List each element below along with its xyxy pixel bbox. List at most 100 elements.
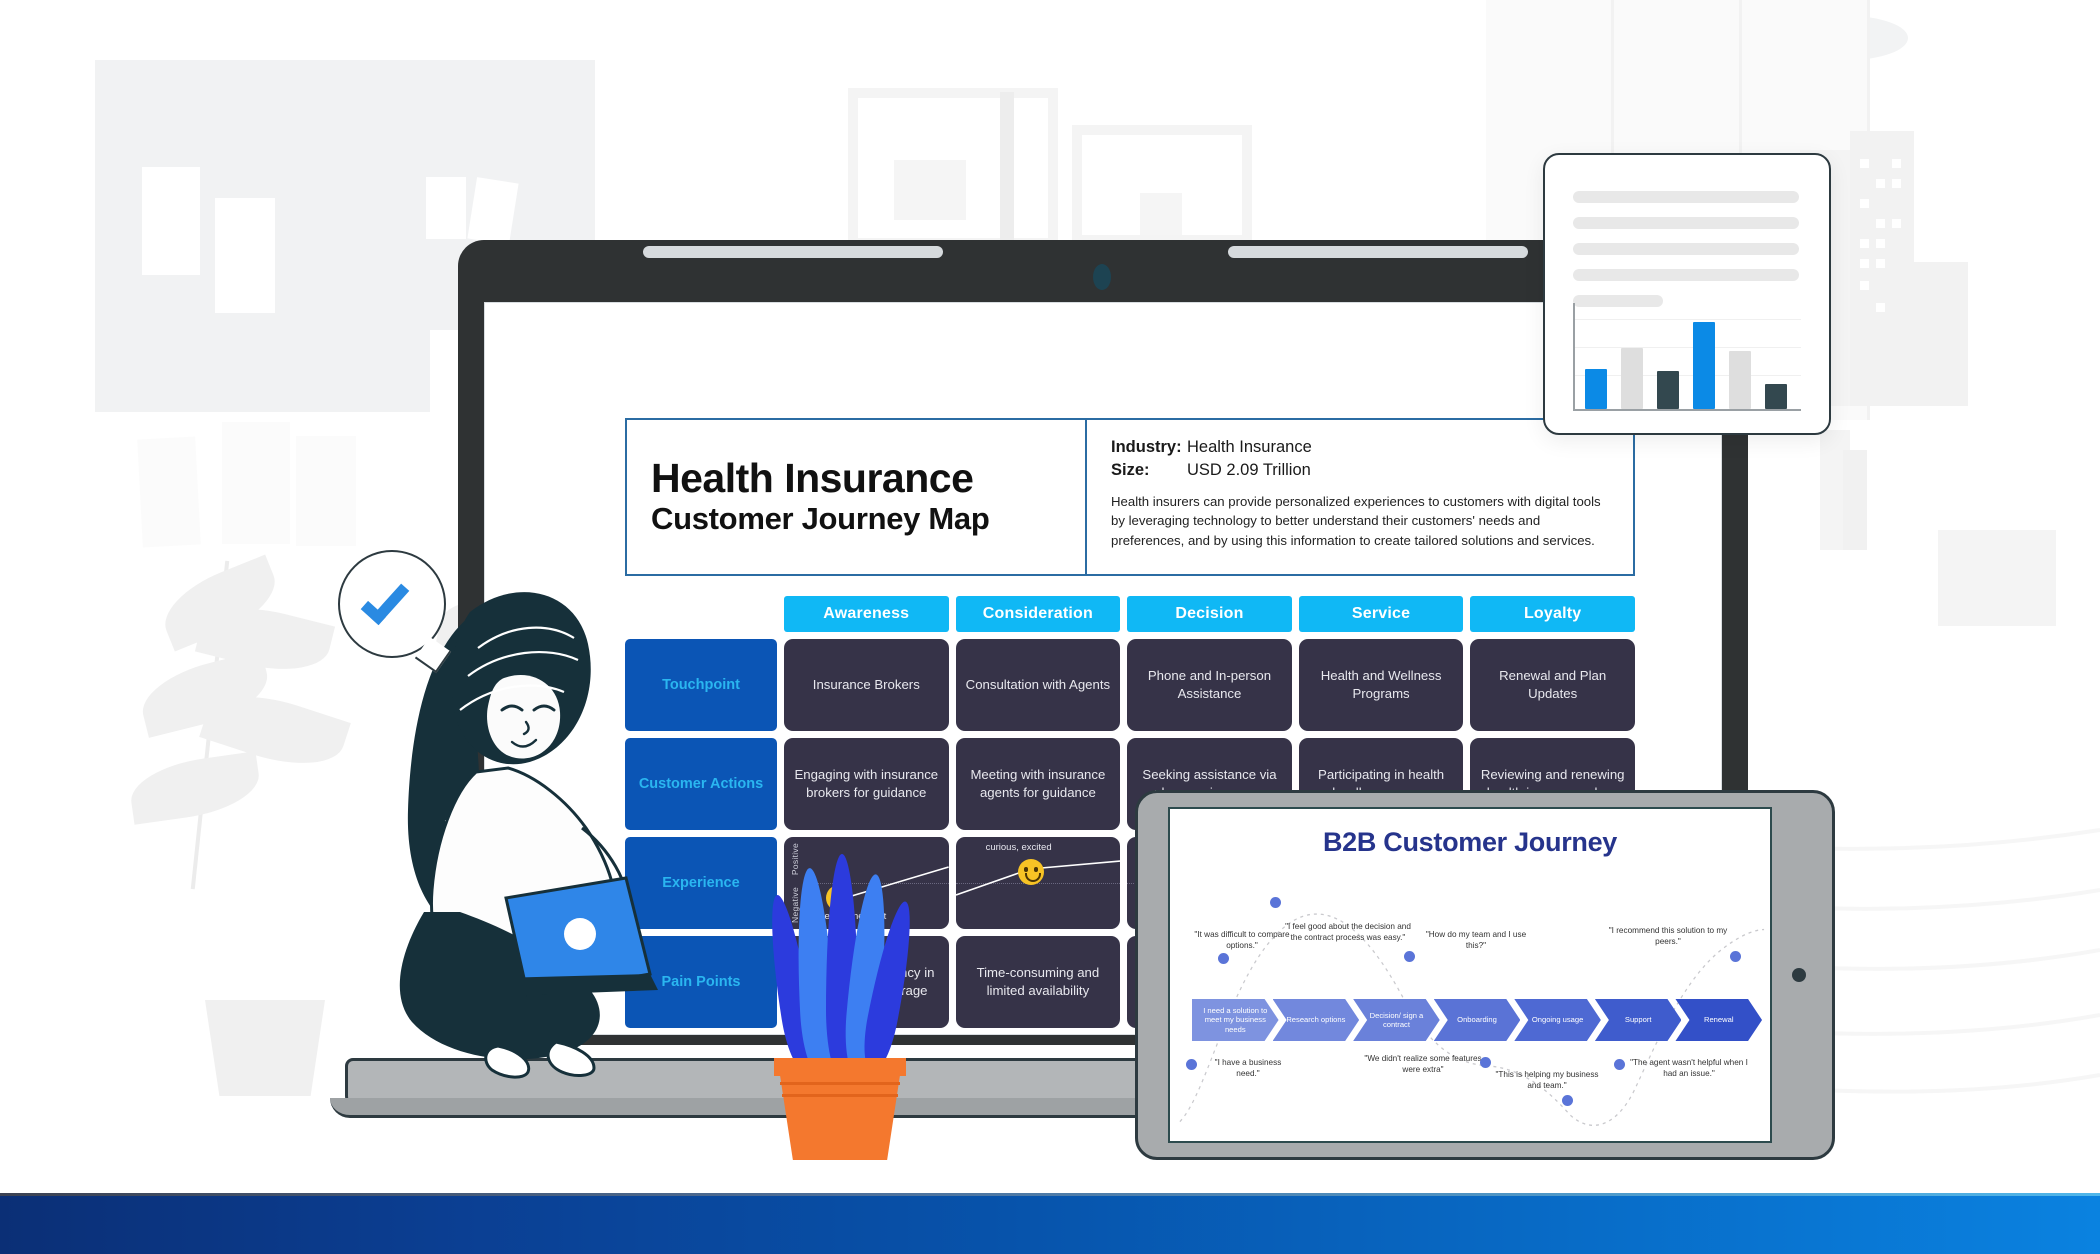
poster-meta-block: Industry: Health Insurance Size: USD 2.0… (1085, 418, 1635, 576)
background-note (412, 450, 452, 550)
b2b-point (1730, 951, 1741, 962)
table-row: Touchpoint Insurance Brokers Consultatio… (625, 639, 1635, 731)
background-note (296, 436, 356, 546)
tablet-home-button[interactable] (1792, 968, 1806, 982)
background-note (222, 422, 290, 544)
foreground-plant (762, 854, 921, 1170)
b2b-point (1562, 1095, 1573, 1106)
b2b-stage-arrow: Research options (1273, 999, 1360, 1041)
emoji-happy-icon (1017, 859, 1044, 885)
cell-touchpoint-consideration: Consultation with Agents (955, 639, 1121, 731)
bottom-accent-bar (0, 1196, 2100, 1254)
industry-row: Industry: Health Insurance (1111, 436, 1615, 459)
b2b-quote-top: "I recommend this solution to my peers." (1608, 926, 1728, 947)
industry-label: Industry: (1111, 438, 1182, 456)
background-picture-frame (848, 88, 1058, 248)
background-leaf (126, 751, 264, 825)
stage-header-service: Service (1298, 596, 1464, 632)
cell-pains-consideration: Time-consuming and limited availability (955, 936, 1121, 1028)
b2b-journey-chart: "It was difficult to compare options." "… (1170, 867, 1770, 1135)
cell-actions-awareness: Engaging with insurance brokers for guid… (784, 738, 949, 830)
poster-title-block: Health Insurance Customer Journey Map (625, 418, 1095, 576)
b2b-quote-top: "How do my team and I use this?" (1425, 930, 1527, 951)
poster-description: Health insurers can provide personalized… (1111, 493, 1601, 548)
axis-label-positive: Positive (790, 842, 801, 876)
b2b-point (1614, 1059, 1625, 1070)
background-building (1938, 530, 2056, 626)
stage-header-row: Awareness Consideration Decision Service… (625, 596, 1635, 632)
page-subtitle: Customer Journey Map (651, 500, 990, 536)
cell-touchpoint-decision: Phone and In-person Assistance (1127, 639, 1292, 731)
chart-bar (1693, 322, 1715, 409)
chart-bars (1585, 303, 1793, 409)
b2b-quote-bottom: "The agent wasn't helpful when I had an … (1630, 1058, 1748, 1079)
b2b-stage-arrow: Support (1595, 999, 1682, 1041)
chart-bar (1621, 347, 1643, 409)
chart-bar (1585, 368, 1607, 409)
doc-placeholder-line (1573, 217, 1799, 229)
background-note (426, 177, 466, 239)
doc-placeholder-line (1573, 191, 1799, 203)
b2b-stage-arrow: I need a solution to meet my business ne… (1192, 999, 1279, 1041)
size-row: Size: USD 2.09 Trillion (1111, 459, 1615, 482)
pot-stripe (782, 1094, 898, 1097)
b2b-point (1404, 951, 1415, 962)
tablet-device: B2B Customer Journey "It was difficult t… (1135, 790, 1835, 1160)
plant-pot (778, 1062, 902, 1160)
background-building (1843, 450, 1867, 550)
cell-experience-consideration: curious, excited (955, 837, 1121, 929)
pot-stripe (780, 1082, 900, 1085)
b2b-quote-top: "I feel good about the decision and the … (1285, 922, 1411, 943)
b2b-stage-arrow: Renewal (1675, 999, 1762, 1041)
chart-bar (1729, 350, 1751, 409)
b2b-point (1270, 897, 1281, 908)
chart-y-axis (1573, 303, 1575, 411)
background-note (142, 167, 200, 275)
size-label: Size: (1111, 461, 1150, 480)
background-building (1905, 262, 1968, 406)
b2b-quote-bottom: "This is helping my business and team." (1495, 1070, 1599, 1091)
chart-bar (1657, 370, 1679, 409)
b2b-title: B2B Customer Journey (1322, 827, 1618, 857)
laptop-speaker-right (1228, 246, 1528, 258)
b2b-point (1480, 1057, 1491, 1068)
chart-bar (1765, 383, 1787, 409)
b2b-quote-bottom: "We didn't realize some features were ex… (1364, 1054, 1482, 1075)
stage-header-loyalty: Loyalty (1470, 596, 1635, 632)
doc-placeholder-line (1573, 243, 1799, 255)
scene-root: Health Insurance Customer Journey Map In… (0, 0, 2100, 1254)
woman-illustration (338, 550, 710, 1080)
doc-placeholder-line (1573, 269, 1799, 281)
cell-touchpoint-awareness: Insurance Brokers (784, 639, 949, 731)
laptop-camera (1093, 264, 1111, 290)
tablet-screen: B2B Customer Journey "It was difficult t… (1168, 807, 1772, 1143)
b2b-quote-top: "It was difficult to compare options." (1194, 930, 1290, 951)
cell-actions-consideration: Meeting with insurance agents for guidan… (955, 738, 1121, 830)
stage-header-awareness: Awareness (784, 596, 949, 632)
background-plant-pot (205, 1000, 325, 1096)
floating-document-card (1543, 153, 1831, 435)
doc-bar-chart (1573, 303, 1801, 411)
stage-header-decision: Decision (1127, 596, 1292, 632)
experience-label-consideration: curious, excited (985, 842, 1052, 853)
size-value: USD 2.09 Trillion (1187, 461, 1311, 480)
background-note (137, 436, 201, 548)
cell-touchpoint-loyalty: Renewal and Plan Updates (1470, 639, 1635, 731)
b2b-stage-arrow: Onboarding (1434, 999, 1521, 1041)
background-picture-frame (1072, 125, 1252, 245)
page-title: Health Insurance (651, 454, 974, 501)
chart-x-axis (1573, 409, 1801, 411)
background-frame-edge (1000, 92, 1014, 250)
laptop-speaker-left (643, 246, 943, 258)
industry-value: Health Insurance (1187, 438, 1312, 456)
b2b-quote-bottom: "I have a business need." (1214, 1058, 1282, 1079)
check-icon (360, 574, 410, 626)
stage-header-consideration: Consideration (955, 596, 1121, 632)
b2b-stage-arrows: I need a solution to meet my business ne… (1192, 999, 1756, 1041)
background-note (215, 198, 275, 313)
cell-touchpoint-service: Health and Wellness Programs (1298, 639, 1464, 731)
b2b-stage-arrow: Ongoing usage (1514, 999, 1601, 1041)
experience-midline (955, 883, 1121, 884)
b2b-point (1218, 953, 1229, 964)
b2b-point (1186, 1059, 1197, 1070)
